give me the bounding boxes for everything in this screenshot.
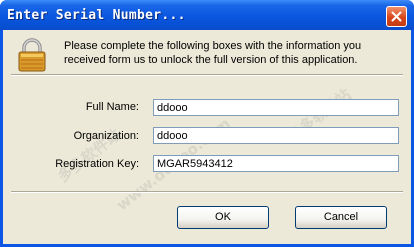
registration-key-input[interactable] <box>153 155 399 172</box>
top-separator <box>11 74 403 76</box>
organization-label: Organization: <box>73 130 139 142</box>
dialog-client-area: Please complete the following boxes with… <box>3 30 411 244</box>
ok-button[interactable]: OK <box>177 206 269 229</box>
close-button[interactable] <box>386 6 407 27</box>
bottom-separator <box>11 191 403 193</box>
lock-icon <box>18 38 46 72</box>
title-bar[interactable]: Enter Serial Number... <box>0 0 414 30</box>
cancel-button[interactable]: Cancel <box>295 206 387 229</box>
full-name-input[interactable] <box>153 99 399 116</box>
organization-input[interactable] <box>153 127 399 144</box>
registration-key-label: Registration Key: <box>55 158 139 170</box>
full-name-label: Full Name: <box>85 101 139 113</box>
close-icon <box>391 11 402 22</box>
instructions-text: Please complete the following boxes with… <box>64 40 362 66</box>
dialog-window: Enter Serial Number... Please complete t… <box>0 0 414 247</box>
window-title: Enter Serial Number... <box>7 8 186 23</box>
